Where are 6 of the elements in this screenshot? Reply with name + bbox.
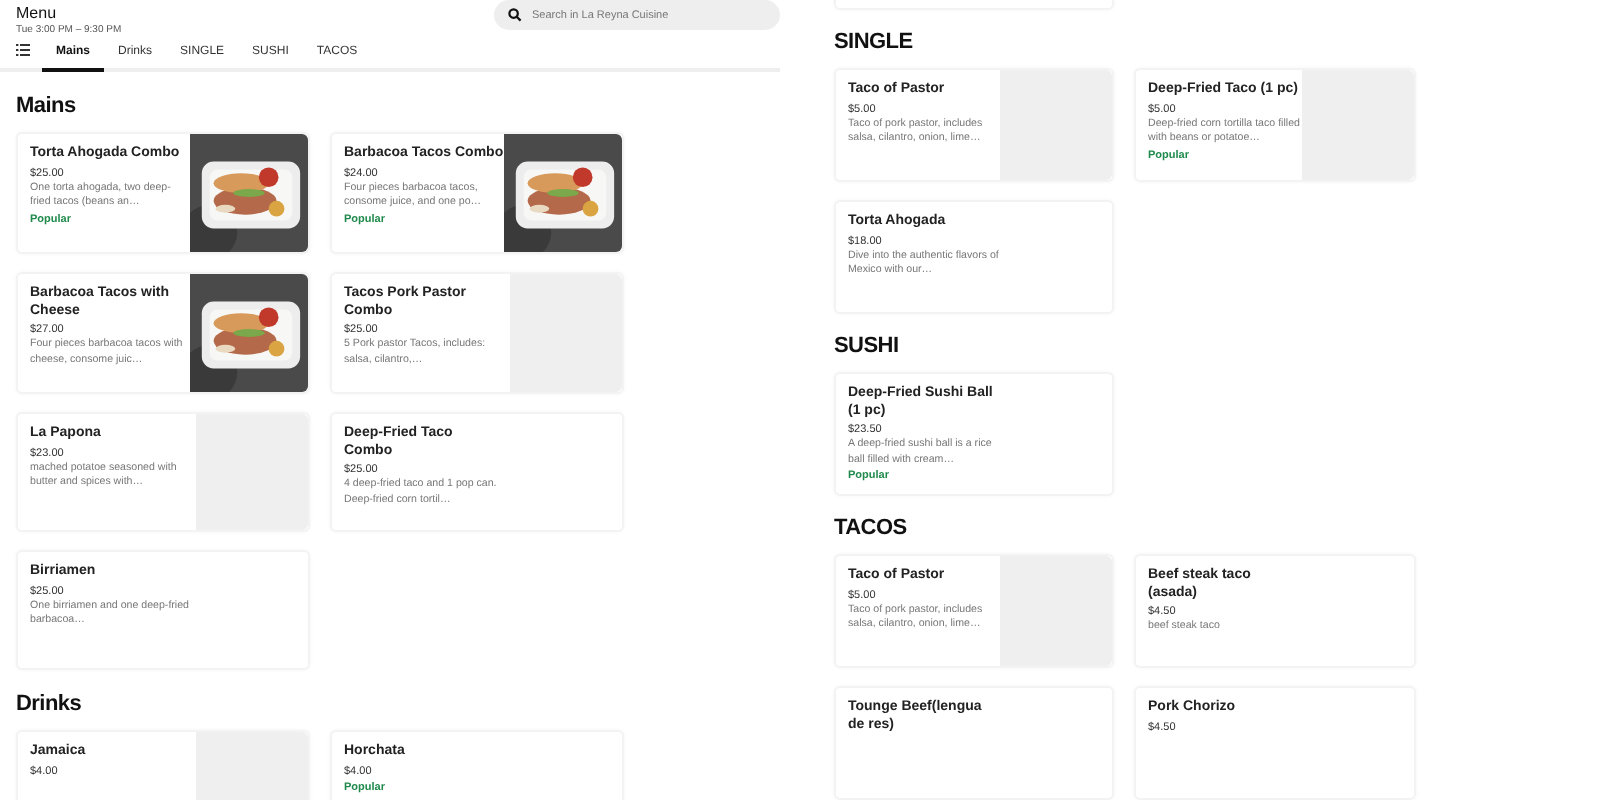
section-heading: TACOS xyxy=(834,516,909,540)
section-heading: SUSHI xyxy=(834,334,901,358)
menu-title: Menu xyxy=(16,4,59,24)
section-heading: Drinks xyxy=(16,692,84,716)
section-heading: SINGLE xyxy=(834,30,915,54)
section-heading: Mains xyxy=(16,94,78,118)
